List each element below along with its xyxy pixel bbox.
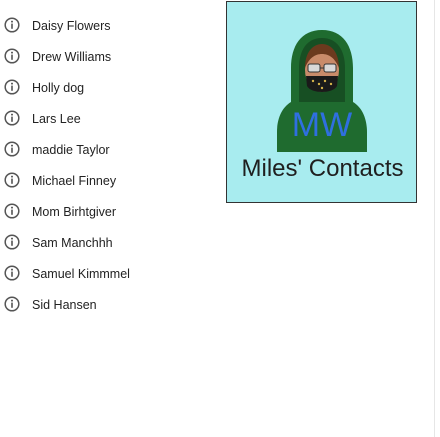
contact-row[interactable]: Daisy Flowers: [0, 10, 220, 41]
info-icon[interactable]: [4, 79, 20, 95]
contact-name[interactable]: Sid Hansen: [32, 298, 97, 312]
contact-name[interactable]: Holly dog: [32, 81, 84, 95]
contact-name[interactable]: Drew Williams: [32, 50, 111, 64]
right-divider: [434, 0, 435, 437]
contacts-header-card: MW Miles' Contacts: [226, 1, 417, 203]
info-icon[interactable]: [4, 172, 20, 188]
contact-list: Daisy Flowers Drew Williams Holly dog La…: [0, 10, 220, 320]
contact-row[interactable]: Sid Hansen: [0, 289, 220, 320]
contact-row[interactable]: Michael Finney: [0, 165, 220, 196]
contact-row[interactable]: maddie Taylor: [0, 134, 220, 165]
contact-row[interactable]: Sam Manchhh: [0, 227, 220, 258]
info-icon[interactable]: [4, 296, 20, 312]
contact-name[interactable]: Michael Finney: [32, 174, 116, 188]
info-icon[interactable]: [4, 17, 20, 33]
contact-name[interactable]: Samuel Kimmmel: [32, 267, 130, 281]
contact-row[interactable]: Samuel Kimmmel: [0, 258, 220, 289]
contacts-screen: Daisy Flowers Drew Williams Holly dog La…: [0, 0, 440, 437]
contact-row[interactable]: Holly dog: [0, 72, 220, 103]
contact-row[interactable]: Drew Williams: [0, 41, 220, 72]
info-icon[interactable]: [4, 141, 20, 157]
info-icon[interactable]: [4, 48, 20, 64]
info-icon[interactable]: [4, 203, 20, 219]
contact-name[interactable]: maddie Taylor: [32, 143, 110, 157]
hooded-avatar-icon: MW: [277, 30, 367, 152]
contact-name[interactable]: Mom Birhtgiver: [32, 205, 116, 219]
info-icon[interactable]: [4, 265, 20, 281]
page-title: Miles' Contacts: [241, 155, 404, 182]
avatar-initials: MW: [292, 106, 352, 144]
contact-name[interactable]: Sam Manchhh: [32, 236, 113, 250]
contact-name[interactable]: Daisy Flowers: [32, 19, 111, 33]
info-icon[interactable]: [4, 234, 20, 250]
contact-name[interactable]: Lars Lee: [32, 112, 81, 126]
contact-row[interactable]: Lars Lee: [0, 103, 220, 134]
contact-row[interactable]: Mom Birhtgiver: [0, 196, 220, 227]
info-icon[interactable]: [4, 110, 20, 126]
